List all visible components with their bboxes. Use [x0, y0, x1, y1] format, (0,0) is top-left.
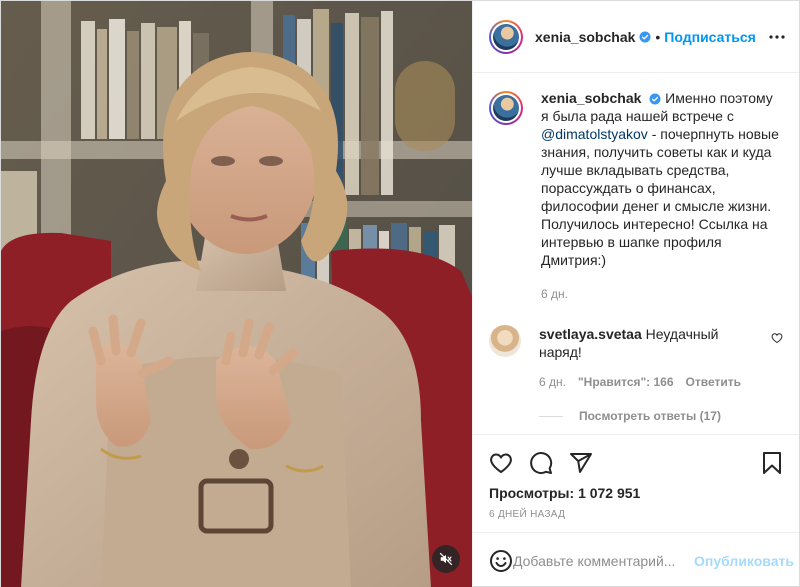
- comment-body: svetlaya.svetaa Неудачный наряд!: [539, 325, 759, 361]
- follow-button[interactable]: Подписаться: [664, 29, 756, 45]
- author-avatar[interactable]: [489, 19, 523, 54]
- emoji-button[interactable]: [489, 549, 513, 573]
- view-replies-label: Посмотреть ответы (17): [579, 409, 721, 423]
- caption: xenia_sobchak Именно поэтому я была рада…: [489, 89, 783, 303]
- caption-text-after: - почерпнуть новые знания, получить сове…: [541, 126, 779, 268]
- verified-badge-icon: [649, 93, 661, 105]
- post-side-panel: xenia_sobchak • Подписаться xenia_sobcha…: [472, 1, 799, 587]
- caption-body: xenia_sobchak Именно поэтому я была рада…: [541, 89, 783, 303]
- comment-username[interactable]: svetlaya.svetaa: [539, 326, 642, 342]
- comment-reply-button[interactable]: Ответить: [686, 375, 741, 389]
- view-replies-button[interactable]: Посмотреть ответы (17): [539, 409, 783, 423]
- save-button[interactable]: [743, 443, 783, 483]
- caption-avatar[interactable]: [489, 91, 523, 125]
- comment-icon: [530, 452, 553, 475]
- post-header: xenia_sobchak • Подписаться: [473, 1, 799, 73]
- post-actions: Просмотры: 1 072 951 6 ДНЕЙ НАЗАД: [473, 434, 799, 532]
- share-button[interactable]: [569, 443, 609, 483]
- comment-item: svetlaya.svetaa Неудачный наряд!: [489, 325, 783, 361]
- author-username[interactable]: xenia_sobchak: [535, 29, 635, 45]
- more-horizontal-icon: [769, 34, 785, 39]
- comment-likes[interactable]: "Нравится": 166: [578, 375, 674, 389]
- verified-badge-icon: [639, 31, 651, 42]
- comment-avatar[interactable]: [489, 325, 521, 357]
- views-count[interactable]: Просмотры: 1 072 951: [489, 485, 783, 501]
- more-options-button[interactable]: [769, 34, 785, 39]
- emoji-icon: [490, 549, 512, 572]
- replies-divider: [539, 415, 563, 417]
- comment-time[interactable]: 6 дн.: [539, 375, 566, 389]
- share-icon: [570, 453, 592, 473]
- comment-like-button[interactable]: [771, 331, 783, 347]
- action-bar: [489, 443, 783, 483]
- comments-section[interactable]: xenia_sobchak Именно поэтому я была рада…: [473, 73, 799, 434]
- caption-mention-link[interactable]: @dimatolstyakov: [541, 126, 648, 142]
- caption-username[interactable]: xenia_sobchak: [541, 90, 641, 106]
- heart-icon: [490, 453, 512, 474]
- like-button[interactable]: [489, 443, 529, 483]
- add-comment-bar: Опубликовать: [473, 532, 799, 587]
- instagram-post: xenia_sobchak • Подписаться xenia_sobcha…: [0, 0, 800, 587]
- volume-muted-icon: [439, 552, 453, 566]
- mute-button[interactable]: [432, 545, 460, 573]
- comment-button[interactable]: [529, 443, 569, 483]
- comment-input[interactable]: [513, 552, 694, 569]
- caption-time[interactable]: 6 дн.: [541, 285, 783, 303]
- views-value: 1 072 951: [578, 485, 641, 501]
- publish-button[interactable]: Опубликовать: [694, 553, 794, 569]
- bookmark-icon: [763, 452, 781, 474]
- comment-meta: 6 дн. "Нравится": 166 Ответить: [539, 375, 783, 389]
- post-video[interactable]: [1, 1, 472, 587]
- post-date[interactable]: 6 ДНЕЙ НАЗАД: [489, 509, 783, 520]
- header-separator: •: [655, 28, 661, 45]
- heart-small-icon: [771, 333, 783, 344]
- video-frame: [1, 1, 472, 587]
- views-label: Просмотры:: [489, 485, 575, 501]
